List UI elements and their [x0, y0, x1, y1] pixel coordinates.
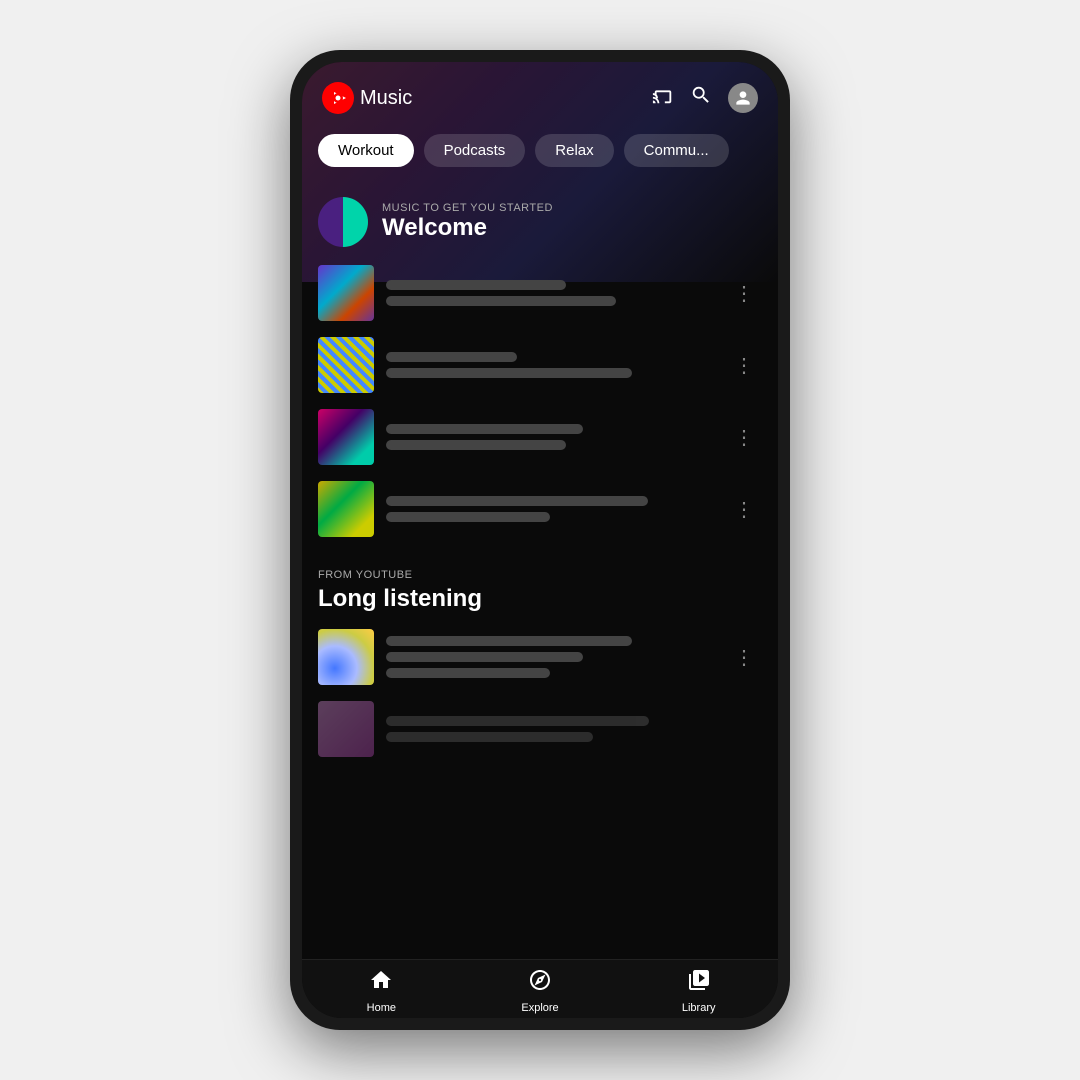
app-logo[interactable]: Music — [322, 82, 412, 114]
track-item: ⋮ — [318, 473, 762, 545]
bottom-navigation: Home Explore Library — [302, 959, 778, 1018]
track-more-button[interactable]: ⋮ — [726, 345, 762, 386]
track-thumbnail[interactable] — [318, 629, 374, 685]
nav-item-explore[interactable]: Explore — [461, 968, 620, 1014]
track-title-line — [386, 716, 649, 726]
profile-icon[interactable] — [728, 83, 758, 113]
nav-explore-label: Explore — [521, 1002, 558, 1014]
track-title-line — [386, 280, 566, 290]
explore-icon — [528, 968, 552, 998]
track-thumbnail[interactable] — [318, 409, 374, 465]
track-thumbnail[interactable] — [318, 481, 374, 537]
track-detail-line — [386, 668, 550, 678]
header-actions — [652, 83, 758, 113]
nav-library-label: Library — [682, 1002, 716, 1014]
welcome-title-group: MUSIC TO GET YOU STARTED Welcome — [382, 202, 553, 242]
search-icon[interactable] — [690, 84, 712, 112]
cast-icon[interactable] — [652, 84, 674, 112]
chip-relax[interactable]: Relax — [535, 134, 613, 167]
track-title-line — [386, 636, 632, 646]
track-thumbnail[interactable] — [318, 337, 374, 393]
track-info — [386, 352, 714, 378]
welcome-track-list: ⋮ ⋮ ⋮ — [302, 257, 778, 545]
track-subtitle-line — [386, 368, 632, 378]
nav-home-label: Home — [367, 1002, 396, 1014]
long-listening-track-list: ⋮ — [302, 621, 778, 765]
track-info — [386, 496, 714, 522]
phone-device: Music — [290, 50, 790, 1030]
welcome-subtitle: MUSIC TO GET YOU STARTED — [382, 202, 553, 214]
home-icon — [369, 968, 393, 998]
chip-workout[interactable]: Workout — [318, 134, 414, 167]
track-item: ⋮ — [318, 401, 762, 473]
track-subtitle-line — [386, 440, 566, 450]
long-listening-subtitle: FROM YOUTUBE — [318, 569, 762, 581]
category-chips: Workout Podcasts Relax Commu... — [302, 124, 778, 177]
nav-item-home[interactable]: Home — [302, 968, 461, 1014]
main-content: MUSIC TO GET YOU STARTED Welcome ⋮ — [302, 177, 778, 959]
track-more-button[interactable]: ⋮ — [726, 637, 762, 678]
track-info — [386, 716, 762, 742]
welcome-section-icon — [318, 197, 368, 247]
app-header: Music — [302, 62, 778, 124]
track-more-button[interactable]: ⋮ — [726, 273, 762, 314]
track-more-button[interactable]: ⋮ — [726, 417, 762, 458]
track-item: ⋮ — [318, 329, 762, 401]
track-title-line — [386, 496, 648, 506]
track-title-line — [386, 352, 517, 362]
track-item: ⋮ — [318, 621, 762, 693]
track-thumbnail[interactable] — [318, 265, 374, 321]
track-subtitle-line — [386, 652, 583, 662]
app-name: Music — [360, 87, 412, 110]
track-title-line — [386, 424, 583, 434]
long-listening-title: Long listening — [318, 585, 762, 613]
track-subtitle-line — [386, 512, 550, 522]
track-info — [386, 280, 714, 306]
track-subtitle-line — [386, 732, 593, 742]
nav-item-library[interactable]: Library — [619, 968, 778, 1014]
long-listening-section-header: FROM YOUTUBE Long listening — [302, 545, 778, 621]
library-icon — [687, 968, 711, 998]
welcome-title: Welcome — [382, 214, 553, 242]
track-thumbnail[interactable] — [318, 701, 374, 757]
welcome-section-header: MUSIC TO GET YOU STARTED Welcome — [302, 177, 778, 257]
track-info — [386, 636, 714, 678]
track-item: ⋮ — [318, 257, 762, 329]
chip-podcasts[interactable]: Podcasts — [424, 134, 526, 167]
track-item — [318, 693, 762, 765]
track-info — [386, 424, 714, 450]
yt-music-logo-icon — [322, 82, 354, 114]
chip-community[interactable]: Commu... — [624, 134, 729, 167]
track-more-button[interactable]: ⋮ — [726, 489, 762, 530]
track-subtitle-line — [386, 296, 616, 306]
phone-screen: Music — [302, 62, 778, 1018]
